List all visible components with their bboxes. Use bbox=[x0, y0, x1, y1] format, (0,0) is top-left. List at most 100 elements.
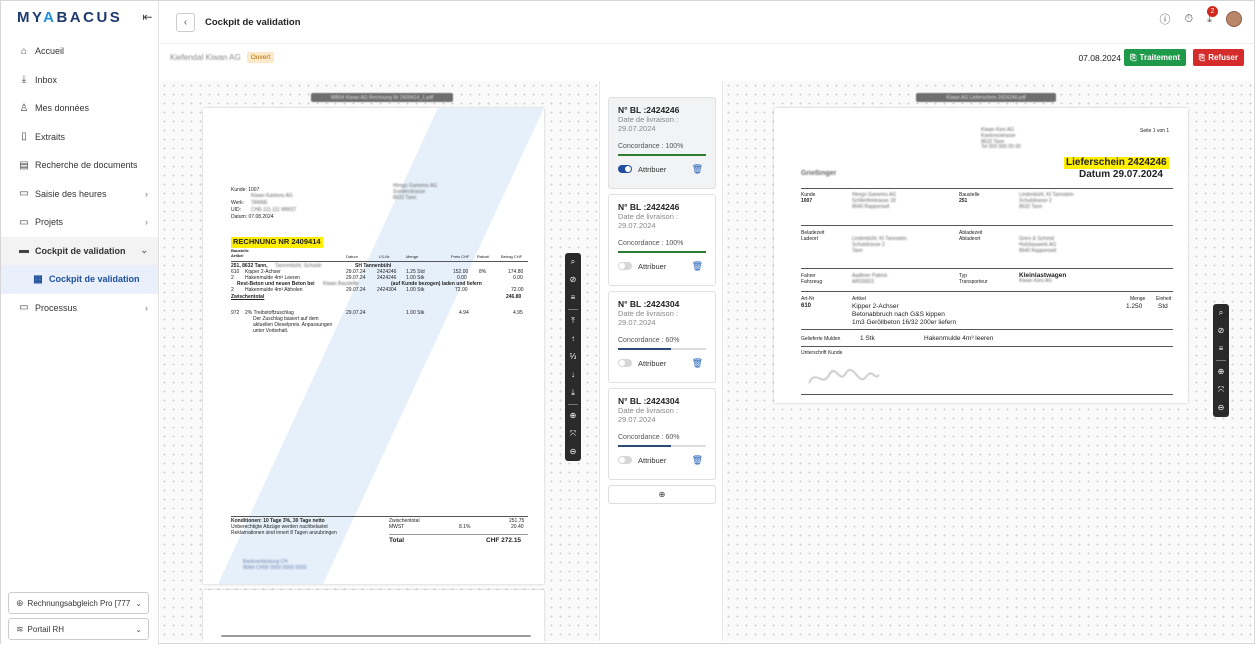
portal-select[interactable]: ≋ Portail RH ⌄ bbox=[8, 618, 149, 640]
notifications-icon[interactable]: ⤓ 2 bbox=[1207, 5, 1218, 26]
attribuer-toggle[interactable] bbox=[618, 165, 632, 174]
page-count: Seite 1 von 1 bbox=[1140, 128, 1170, 134]
home-icon: ⌂ bbox=[20, 45, 28, 57]
arrow-down-icon[interactable]: ↓ bbox=[565, 366, 581, 384]
search-icon[interactable]: ⌕ bbox=[1213, 304, 1229, 322]
col-artikel: Artikel bbox=[231, 253, 244, 258]
sidebar-item-accueil[interactable]: ⌂ Accueil bbox=[1, 37, 158, 66]
add-card-button[interactable]: ⊕ bbox=[608, 485, 716, 504]
row4-nr: 972 bbox=[231, 310, 240, 316]
attach-icon[interactable]: ⊘ bbox=[565, 271, 581, 289]
sidebar-item-recherche[interactable]: ▤ Recherche de documents bbox=[1, 151, 158, 180]
sidebar-item-projets[interactable]: ▭ Projets › bbox=[1, 208, 158, 237]
first-page-icon[interactable]: ⤒ bbox=[565, 312, 581, 330]
avatar[interactable] bbox=[1226, 11, 1242, 27]
pane-divider[interactable] bbox=[722, 81, 723, 641]
supplier-name: Kiefendal Kiwan AG bbox=[170, 53, 241, 62]
row3-artikel: Hakenmulde 4m³ Abholen bbox=[245, 287, 303, 293]
attribuer-toggle[interactable] bbox=[618, 262, 632, 271]
rule-2 bbox=[801, 225, 1173, 226]
attach-icon[interactable]: ⊘ bbox=[1213, 322, 1229, 340]
back-button[interactable]: ‹ bbox=[176, 12, 195, 32]
fahrer-value: Aadlmer Patrick ARG5823 bbox=[852, 273, 888, 285]
zoom-out-icon[interactable]: ⊖ bbox=[565, 443, 581, 461]
user-icon: ♙ bbox=[19, 102, 29, 114]
delivery-card[interactable]: N° BL :2424246 Date de livraison : 29.07… bbox=[608, 97, 716, 189]
chevron-down-icon: ⌄ bbox=[135, 624, 142, 634]
rule-4 bbox=[801, 291, 1173, 292]
delivery-filename: Kiwan AG Lieferschein 2424246.pdf bbox=[916, 93, 1056, 102]
search-icon[interactable]: ⌕ bbox=[565, 253, 581, 271]
traitement-button[interactable]: ⎘ Traitement bbox=[1124, 49, 1186, 66]
row2-betrag: 0.00 bbox=[513, 275, 523, 281]
sidebar-item-mes-donnees[interactable]: ♙ Mes données bbox=[1, 94, 158, 123]
refuser-button[interactable]: ⎘ Refuser bbox=[1192, 49, 1244, 66]
sidebar-subitem-cockpit[interactable]: ▦ Cockpit de validation bbox=[1, 265, 158, 294]
address-block: Hiregs Gameins AG Sonderstrasse 8632 Tann bbox=[393, 183, 438, 201]
artnr-label: Art-Nr bbox=[801, 296, 815, 302]
pane-divider[interactable] bbox=[599, 81, 600, 641]
artnr-value: 610 bbox=[801, 303, 812, 309]
collapse-sidebar-icon[interactable]: ⇤ bbox=[142, 10, 152, 24]
einheit-label: Einheit bbox=[1156, 296, 1172, 302]
chevron-right-icon: › bbox=[145, 302, 148, 313]
col-rabatt: Rabatt bbox=[477, 254, 489, 259]
trash-icon[interactable]: 🗑 bbox=[692, 358, 703, 369]
status-badge: Ouvert bbox=[246, 52, 275, 63]
trash-icon[interactable]: 🗑 bbox=[692, 455, 703, 466]
arrow-up-icon[interactable]: ↑ bbox=[565, 330, 581, 348]
concordance-bar bbox=[618, 347, 706, 350]
sidebar-item-inbox[interactable]: ⤓ Inbox bbox=[1, 66, 158, 95]
einheit-value: Std bbox=[1158, 303, 1168, 310]
delivery-card[interactable]: N° BL :2424246 Date de livraison : 29.07… bbox=[608, 194, 716, 286]
zoom-in-icon[interactable]: ⊕ bbox=[565, 407, 581, 425]
horizontal-scrollbar[interactable] bbox=[221, 635, 531, 637]
trash-icon[interactable]: 🗑 bbox=[692, 164, 703, 175]
delivery-card[interactable]: N° BL :2424304 Date de livraison : 29.07… bbox=[608, 291, 716, 383]
total-rule bbox=[389, 534, 528, 535]
card-number: N° BL :2424304 bbox=[618, 396, 680, 406]
mulden-value: Hakenmulde 4m³ leeren bbox=[924, 335, 994, 342]
delivery-viewer[interactable]: Kiwan AG Lieferschein 2424246.pdf Kiwan … bbox=[724, 81, 1252, 641]
last-page-icon[interactable]: ⤓ bbox=[565, 384, 581, 402]
concordance-bar bbox=[618, 250, 706, 253]
sidebar-item-saisie-heures[interactable]: ▭ Saisie des heures › bbox=[1, 180, 158, 209]
list-icon[interactable]: ≡ bbox=[565, 289, 581, 307]
delivery-title: Lieferschein 2424246 bbox=[1064, 157, 1169, 169]
attribuer-toggle[interactable] bbox=[618, 456, 632, 465]
werk-value: TANNE bbox=[251, 200, 268, 206]
timer-icon[interactable]: ⏱ bbox=[1185, 13, 1194, 26]
concordance-bar bbox=[618, 153, 706, 156]
sidebar-item-processus[interactable]: ▭ Processus › bbox=[1, 294, 158, 323]
card-date-label: Date de livraison : bbox=[618, 406, 679, 415]
zoom-out-icon[interactable]: ⊖ bbox=[1213, 399, 1229, 417]
company-select[interactable]: ⊕ Rechnungsabgleich Pro [777 ⌄ bbox=[8, 592, 149, 614]
card-date: 29.07.2024 bbox=[618, 415, 656, 425]
sidebar-item-extraits[interactable]: ▯ Extraits bbox=[1, 123, 158, 152]
transporteur-label: Transporteur bbox=[959, 279, 988, 285]
info-icon[interactable]: ⓘ bbox=[1160, 11, 1171, 27]
attribuer-toggle[interactable] bbox=[618, 359, 632, 368]
fit-icon[interactable]: ⤧ bbox=[565, 425, 581, 443]
zoom-in-icon[interactable]: ⊕ bbox=[1213, 363, 1229, 381]
attribuer-label: Attribuer bbox=[638, 164, 667, 174]
trash-icon[interactable]: 🗑 bbox=[692, 261, 703, 272]
attribuer-label: Attribuer bbox=[638, 261, 667, 271]
sidebar-item-cockpit[interactable]: ▬ Cockpit de validation ⌄ bbox=[1, 236, 158, 265]
card-number: N° BL :2424246 bbox=[618, 105, 680, 115]
delivery-card[interactable]: N° BL :2424304 Date de livraison : 29.07… bbox=[608, 388, 716, 480]
invoice-viewer[interactable]: WB04 Kiwan AG Rechnung Nr 2409414_1.pdf … bbox=[160, 81, 597, 641]
row4-note-3: unter Vorbehalt. bbox=[253, 328, 289, 334]
list-icon[interactable]: ≡ bbox=[1213, 340, 1229, 358]
right-viewer-toolbar: ⌕ ⊘ ≡ ⊕ ⤧ ⊖ bbox=[1213, 304, 1229, 417]
logo-row: MYABACUS ⇤ bbox=[1, 1, 158, 33]
card-date: 29.07.2024 bbox=[618, 221, 656, 231]
col-menge: Menge bbox=[406, 254, 419, 259]
artikel-line-3: 1m3 Geröllbeton 16/32 200er liefern bbox=[852, 319, 957, 326]
fit-icon[interactable]: ⤧ bbox=[1213, 381, 1229, 399]
total-value: CHF 272.15 bbox=[486, 537, 522, 544]
artikel-line-2: Betonabbruch nach G&S kippen bbox=[852, 311, 945, 318]
table-rule bbox=[231, 261, 528, 262]
mulden-qty: 1 Stk bbox=[860, 335, 875, 342]
toolbar-separator bbox=[1216, 360, 1226, 361]
